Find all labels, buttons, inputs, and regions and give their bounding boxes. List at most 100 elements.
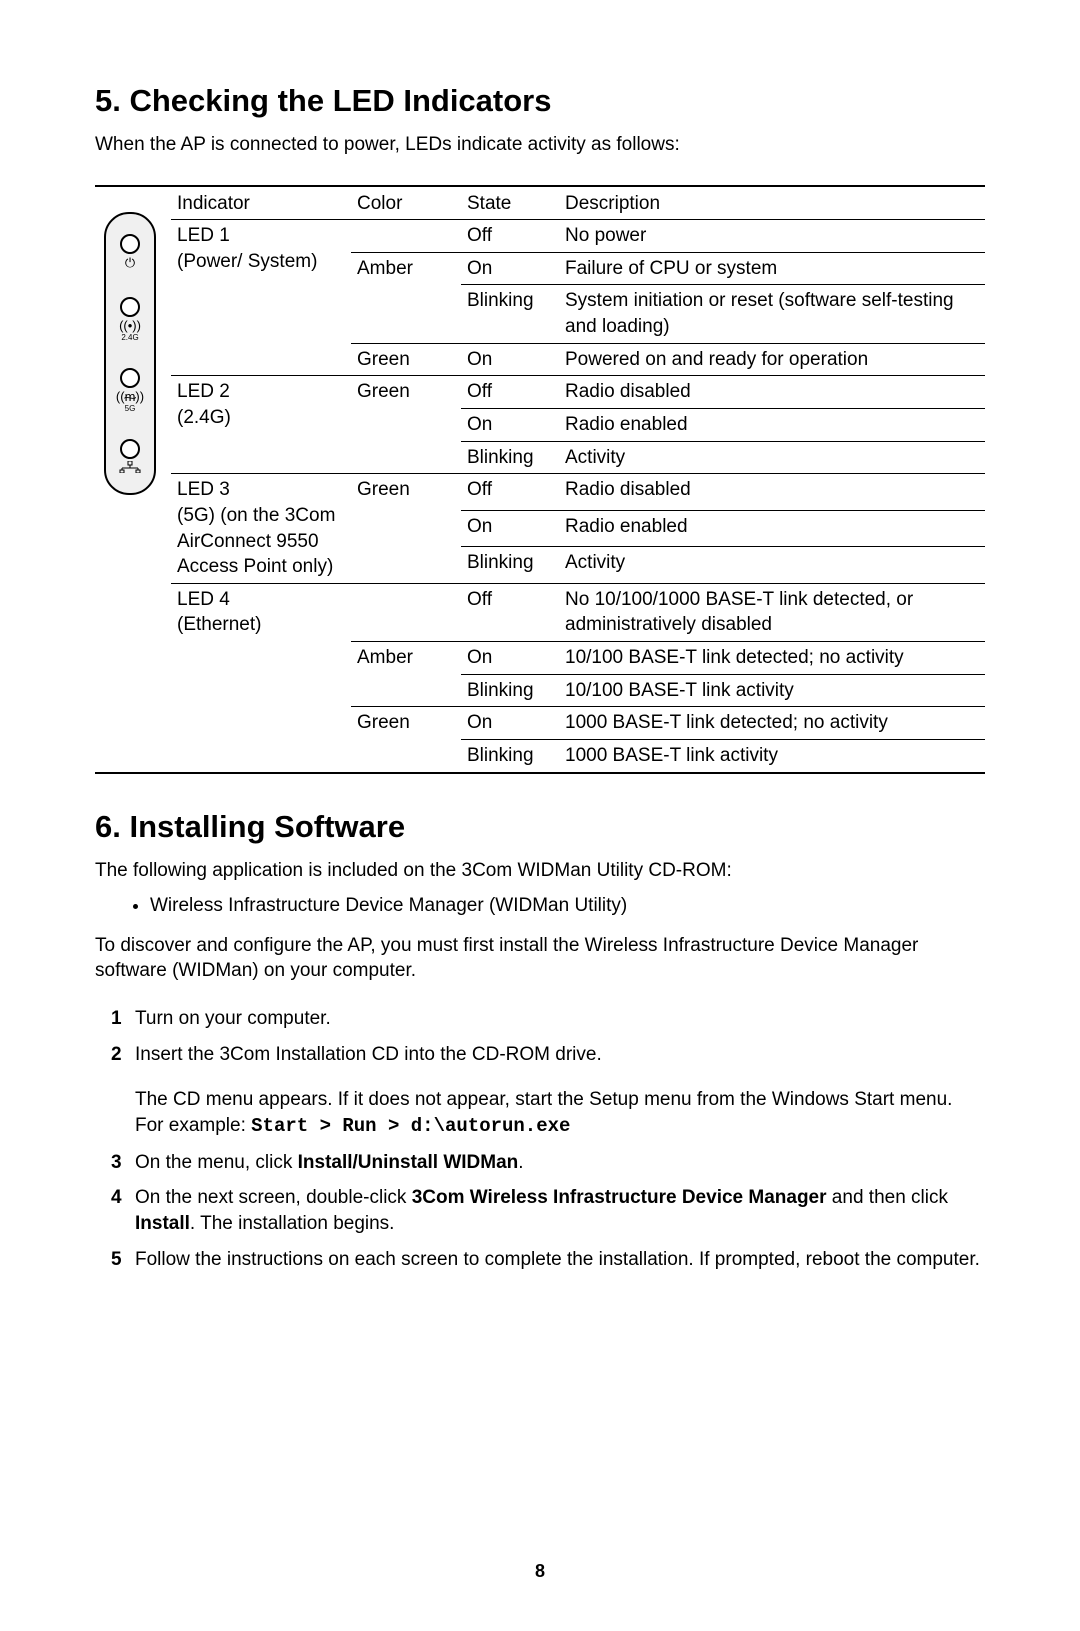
cell-state: On — [461, 642, 559, 675]
cell-color: Amber — [351, 642, 461, 675]
cell-indicator: LED 4 (Ethernet) — [171, 583, 351, 771]
section-5-heading: 5. Checking the LED Indicators — [95, 80, 985, 122]
header-color: Color — [351, 187, 461, 219]
indicator-name: LED 1 — [177, 225, 230, 246]
cell-color — [351, 547, 461, 584]
cell-state: Blinking — [461, 547, 559, 584]
cell-indicator: LED 3 (5G) (on the 3Com AirConnect 9550 … — [171, 474, 351, 584]
led-circle-icon — [120, 439, 140, 459]
step-3b: Install/Uninstall WIDMan — [298, 1152, 519, 1173]
led-circle-icon — [120, 234, 140, 254]
cell-description: Activity — [559, 441, 985, 474]
cell-state: Blinking — [461, 285, 559, 343]
led-table-header-row: Indicator Color State Description — [171, 187, 985, 219]
table-row: LED 4 (Ethernet) Off No 10/100/1000 BASE… — [171, 583, 985, 641]
cell-indicator: LED 2 (2.4G) — [171, 376, 351, 474]
page-number: 8 — [0, 1559, 1080, 1583]
cell-description: Radio enabled — [559, 510, 985, 547]
cell-description: 1000 BASE-T link detected; no activity — [559, 707, 985, 740]
cell-state: Off — [461, 376, 559, 409]
cell-description: Activity — [559, 547, 985, 584]
indicator-detail: (Ethernet) — [177, 614, 261, 635]
cell-description: Radio enabled — [559, 408, 985, 441]
cell-description: Powered on and ready for operation — [559, 343, 985, 376]
cell-state: Off — [461, 220, 559, 253]
led-table-container: ⏻ ((•)) 2.4G ((ᵯ)) 5G — [95, 185, 985, 773]
cell-description: No 10/100/1000 BASE-T link detected, or … — [559, 583, 985, 641]
led2-sublabel: 2.4G — [121, 334, 138, 342]
cell-color — [351, 408, 461, 441]
cell-state: On — [461, 510, 559, 547]
cell-state: Blinking — [461, 674, 559, 707]
cell-state: On — [461, 252, 559, 285]
cell-description: System initiation or reset (software sel… — [559, 285, 985, 343]
step-1: Turn on your computer. — [135, 1006, 985, 1032]
cell-state: Off — [461, 474, 559, 511]
cell-color: Green — [351, 376, 461, 409]
section-5-intro: When the AP is connected to power, LEDs … — [95, 132, 985, 158]
led3-cluster: ((ᵯ)) 5G — [116, 368, 144, 413]
step-4e: . The installation begins. — [190, 1213, 395, 1234]
cell-color: Green — [351, 343, 461, 376]
indicator-detail: (5G) (on the 3Com AirConnect 9550 Access… — [177, 505, 335, 577]
cell-description: 10/100 BASE-T link activity — [559, 674, 985, 707]
indicator-name: LED 3 — [177, 479, 230, 500]
step-4a: On the next screen, double-click — [135, 1187, 412, 1208]
led-circle-icon — [120, 368, 140, 388]
header-description: Description — [559, 187, 985, 219]
indicator-detail: (Power/ System) — [177, 251, 317, 272]
step-3: On the menu, click Install/Uninstall WID… — [135, 1150, 985, 1176]
cell-color — [351, 674, 461, 707]
power-icon: ⏻ — [125, 256, 135, 269]
cell-state: Blinking — [461, 441, 559, 474]
device-body: ⏻ ((•)) 2.4G ((ᵯ)) 5G — [104, 212, 156, 495]
led2-cluster: ((•)) 2.4G — [119, 297, 141, 342]
step-4: On the next screen, double-click 3Com Wi… — [135, 1185, 985, 1236]
ethernet-icon — [119, 461, 141, 475]
step-4c: and then click — [827, 1187, 948, 1208]
device-figure: ⏻ ((•)) 2.4G ((ᵯ)) 5G — [95, 187, 171, 771]
led4-cluster — [119, 439, 141, 475]
step-3a: On the menu, click — [135, 1152, 298, 1173]
cell-color — [351, 285, 461, 343]
bullet-list: Wireless Infrastructure Device Manager (… — [95, 893, 985, 919]
led-table: Indicator Color State Description LED 1 … — [171, 187, 985, 771]
indicator-name: LED 2 — [177, 381, 230, 402]
step-2: Insert the 3Com Installation CD into the… — [135, 1042, 985, 1140]
led1-cluster: ⏻ — [120, 234, 140, 269]
cell-color: Amber — [351, 252, 461, 285]
cell-description: 1000 BASE-T link activity — [559, 740, 985, 772]
step-2b-code: Start > Run > d:\autorun.exe — [251, 1115, 570, 1137]
step-4d: Install — [135, 1213, 190, 1234]
table-row: LED 2 (2.4G) Green Off Radio disabled — [171, 376, 985, 409]
list-item: Wireless Infrastructure Device Manager (… — [150, 893, 985, 919]
section-6-intro: The following application is included on… — [95, 858, 985, 884]
cell-description: No power — [559, 220, 985, 253]
step-5: Follow the instructions on each screen t… — [135, 1247, 985, 1273]
cell-color — [351, 740, 461, 772]
wifi-icon: ((•)) — [119, 319, 141, 332]
install-steps: Turn on your computer. Insert the 3Com I… — [95, 1006, 985, 1272]
cell-color — [351, 220, 461, 253]
cell-color: Green — [351, 474, 461, 511]
cell-state: Off — [461, 583, 559, 641]
step-3c: . — [518, 1152, 523, 1173]
indicator-name: LED 4 — [177, 589, 230, 610]
cell-state: On — [461, 343, 559, 376]
wifi-icon: ((ᵯ)) — [116, 390, 144, 403]
section-6-heading: 6. Installing Software — [95, 806, 985, 848]
cell-color — [351, 583, 461, 641]
led-circle-icon — [120, 297, 140, 317]
led3-sublabel: 5G — [125, 405, 136, 413]
cell-description: Radio disabled — [559, 376, 985, 409]
cell-color — [351, 510, 461, 547]
indicator-detail: (2.4G) — [177, 407, 231, 428]
step-2-text: Insert the 3Com Installation CD into the… — [135, 1044, 602, 1065]
cell-description: Failure of CPU or system — [559, 252, 985, 285]
cell-color: Green — [351, 707, 461, 740]
step-4b: 3Com Wireless Infrastructure Device Mana… — [412, 1187, 827, 1208]
cell-state: Blinking — [461, 740, 559, 772]
header-state: State — [461, 187, 559, 219]
table-row: LED 1 (Power/ System) Off No power — [171, 220, 985, 253]
cell-state: On — [461, 707, 559, 740]
